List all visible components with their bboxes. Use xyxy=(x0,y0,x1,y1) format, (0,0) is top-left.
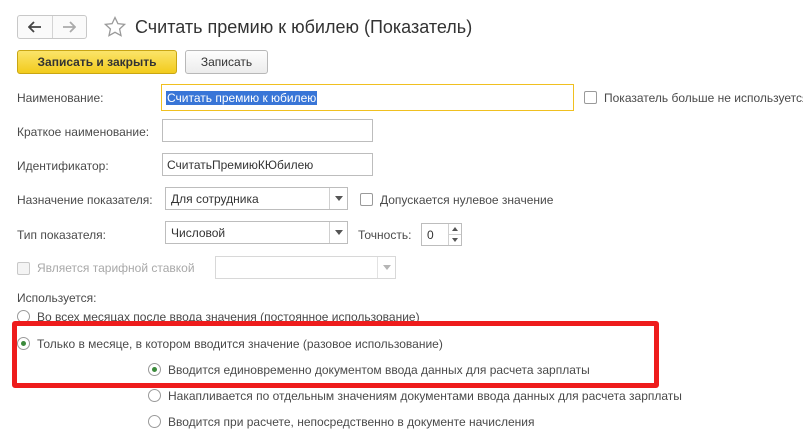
tariff-label: Является тарифной ставкой xyxy=(37,261,195,275)
star-icon xyxy=(103,15,127,37)
precision-stepper[interactable]: 0 xyxy=(421,223,462,246)
favorite-button[interactable] xyxy=(103,15,127,39)
identifier-label: Идентификатор: xyxy=(17,159,109,173)
spin-up-icon[interactable] xyxy=(449,224,461,234)
navigation-buttons xyxy=(17,15,87,39)
zero-allowed-label: Допускается нулевое значение xyxy=(380,193,554,207)
name-input[interactable]: Считать премию к юбилею xyxy=(161,84,574,111)
precision-value[interactable]: 0 xyxy=(422,224,448,245)
purpose-select[interactable]: Для сотрудника xyxy=(165,187,348,210)
name-value: Считать премию к юбилею xyxy=(166,90,318,105)
not-used-checkbox[interactable] xyxy=(584,91,597,104)
zero-allowed-checkbox[interactable] xyxy=(360,193,373,206)
window-title: Считать премию к юбилею (Показатель) xyxy=(135,17,473,37)
short-name-label: Краткое наименование: xyxy=(17,125,150,139)
save-button[interactable]: Записать xyxy=(185,50,268,74)
sub-accumulated-label: Накапливается по отдельным значениям док… xyxy=(168,389,682,403)
short-name-input[interactable] xyxy=(162,119,373,142)
chevron-down-icon[interactable] xyxy=(329,188,347,209)
identifier-input[interactable]: СчитатьПремиюКЮбилею xyxy=(162,153,373,176)
chevron-down-icon[interactable] xyxy=(329,222,347,243)
sub-on-calc-radio[interactable] xyxy=(148,415,161,428)
save-and-close-button[interactable]: Записать и закрыть xyxy=(17,50,177,74)
forward-button[interactable] xyxy=(51,16,86,38)
not-used-label: Показатель больше не используется xyxy=(604,91,803,105)
sub-accumulated-radio[interactable] xyxy=(148,389,161,402)
purpose-label: Назначение показателя: xyxy=(17,193,153,207)
sub-on-calc-label: Вводится при расчете, непосредственно в … xyxy=(168,415,535,429)
chevron-down-icon[interactable] xyxy=(377,257,395,278)
type-value: Числовой xyxy=(171,225,226,240)
arrow-right-icon xyxy=(63,21,77,33)
name-label: Наименование: xyxy=(17,91,104,105)
purpose-value: Для сотрудника xyxy=(171,191,259,206)
arrow-left-icon xyxy=(27,21,41,33)
type-label: Тип показателя: xyxy=(17,228,106,242)
precision-label: Точность: xyxy=(358,228,412,242)
usage-label: Используется: xyxy=(17,291,97,305)
back-button[interactable] xyxy=(18,16,52,38)
type-select[interactable]: Числовой xyxy=(165,221,348,244)
tariff-select[interactable] xyxy=(215,256,396,279)
spin-down-icon[interactable] xyxy=(449,234,461,245)
highlight-frame xyxy=(12,321,659,388)
tariff-checkbox[interactable] xyxy=(17,262,30,275)
